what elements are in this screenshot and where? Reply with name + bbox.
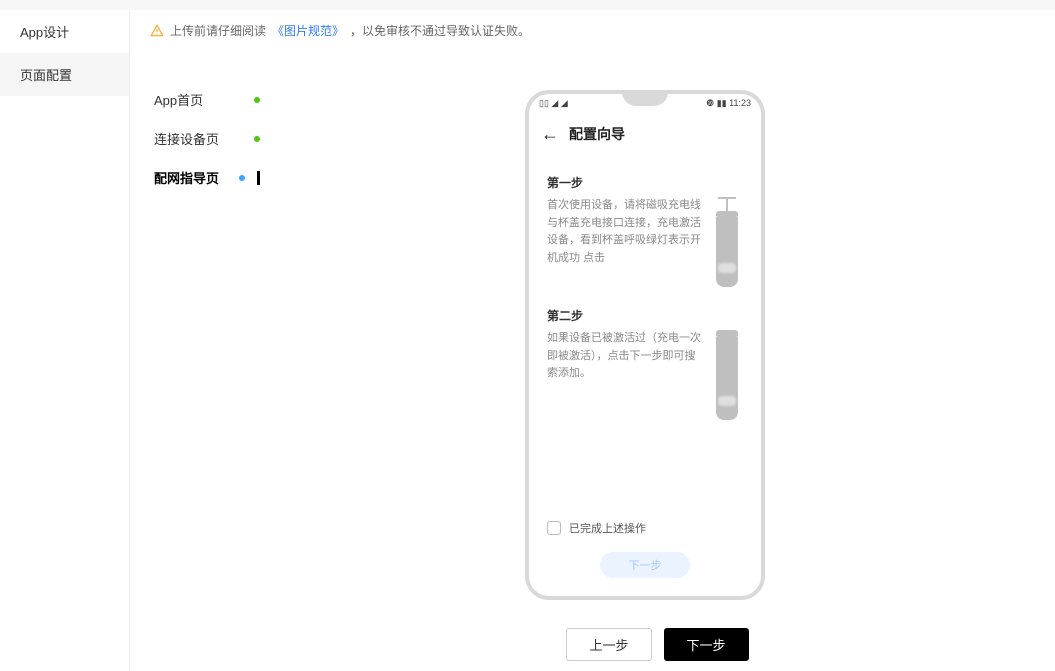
status-dot-icon bbox=[254, 136, 260, 142]
confirm-row[interactable]: 已完成上述操作 bbox=[547, 520, 743, 536]
status-dot-icon bbox=[254, 97, 260, 103]
active-indicator-icon bbox=[257, 171, 260, 185]
phone-frame: ▯▯ ◢ ◢ ❿ ▮▮ 11:23 ← 配置向导 第一步 首次使用设备，请将磁吸… bbox=[525, 90, 765, 600]
upload-warning: 上传前请仔细阅读 《图片规范》 ，以免审核不通过导致认证失败。 bbox=[130, 10, 1055, 47]
phone-title: 配置向导 bbox=[569, 124, 625, 144]
subnav-item-app-home[interactable]: App首页 bbox=[150, 80, 260, 119]
sidebar-item-label: 页面配置 bbox=[20, 68, 72, 83]
page-footer: 上一步 下一步 bbox=[260, 618, 1055, 661]
device-illustration-icon bbox=[711, 330, 743, 420]
step-title: 第二步 bbox=[547, 307, 743, 324]
phone-footer: 已完成上述操作 下一步 bbox=[529, 520, 761, 578]
sidebar-item-app-design[interactable]: App设计 bbox=[0, 10, 129, 53]
sidebar-item-page-config[interactable]: 页面配置 bbox=[0, 53, 129, 96]
subnav-item-label: App首页 bbox=[154, 90, 203, 109]
confirm-label: 已完成上述操作 bbox=[569, 520, 646, 536]
step-title: 第一步 bbox=[547, 174, 743, 191]
top-strip bbox=[0, 0, 1055, 10]
wizard-step-2: 第二步 如果设备已被激活过（充电一次即被激活），点击下一步即可搜索添加。 bbox=[547, 307, 743, 420]
subnav-item-network-guide[interactable]: 配网指导页 bbox=[150, 158, 260, 197]
phone-preview: ▯▯ ◢ ◢ ❿ ▮▮ 11:23 ← 配置向导 第一步 首次使用设备，请将磁吸… bbox=[525, 90, 765, 600]
main-area: 上传前请仔细阅读 《图片规范》 ，以免审核不通过导致认证失败。 App首页 连接… bbox=[130, 10, 1055, 671]
confirm-checkbox[interactable] bbox=[547, 521, 561, 535]
subnav-item-connect-device[interactable]: 连接设备页 bbox=[150, 119, 260, 158]
wizard-step-1: 第一步 首次使用设备，请将磁吸充电线与杯盖充电接口连接，充电激活设备，看到杯盖呼… bbox=[547, 174, 743, 287]
status-left: ▯▯ ◢ ◢ bbox=[539, 98, 568, 109]
next-button[interactable]: 下一步 bbox=[664, 628, 749, 661]
page-subnav: App首页 连接设备页 配网指导页 bbox=[150, 80, 260, 197]
warning-icon bbox=[150, 24, 164, 38]
phone-header: ← 配置向导 bbox=[529, 118, 761, 150]
phone-status-bar: ▯▯ ◢ ◢ ❿ ▮▮ 11:23 bbox=[539, 98, 751, 109]
back-arrow-icon[interactable]: ← bbox=[541, 125, 559, 143]
sidebar-item-label: App设计 bbox=[20, 25, 69, 40]
device-illustration-icon bbox=[711, 197, 743, 287]
warning-prefix: 上传前请仔细阅读 bbox=[170, 22, 266, 39]
phone-next-button[interactable]: 下一步 bbox=[600, 552, 690, 578]
step-desc: 首次使用设备，请将磁吸充电线与杯盖充电接口连接，充电激活设备，看到杯盖呼吸绿灯表… bbox=[547, 197, 705, 267]
status-dot-icon bbox=[239, 175, 245, 181]
prev-button[interactable]: 上一步 bbox=[566, 628, 651, 661]
status-right: ❿ ▮▮ 11:23 bbox=[706, 98, 751, 109]
image-spec-link[interactable]: 《图片规范》 bbox=[272, 22, 344, 39]
step-desc: 如果设备已被激活过（充电一次即被激活），点击下一步即可搜索添加。 bbox=[547, 330, 705, 383]
left-sidebar: App设计 页面配置 bbox=[0, 10, 130, 671]
warning-suffix: ，以免审核不通过导致认证失败。 bbox=[350, 22, 530, 39]
subnav-item-label: 配网指导页 bbox=[154, 168, 219, 187]
subnav-item-label: 连接设备页 bbox=[154, 129, 219, 148]
